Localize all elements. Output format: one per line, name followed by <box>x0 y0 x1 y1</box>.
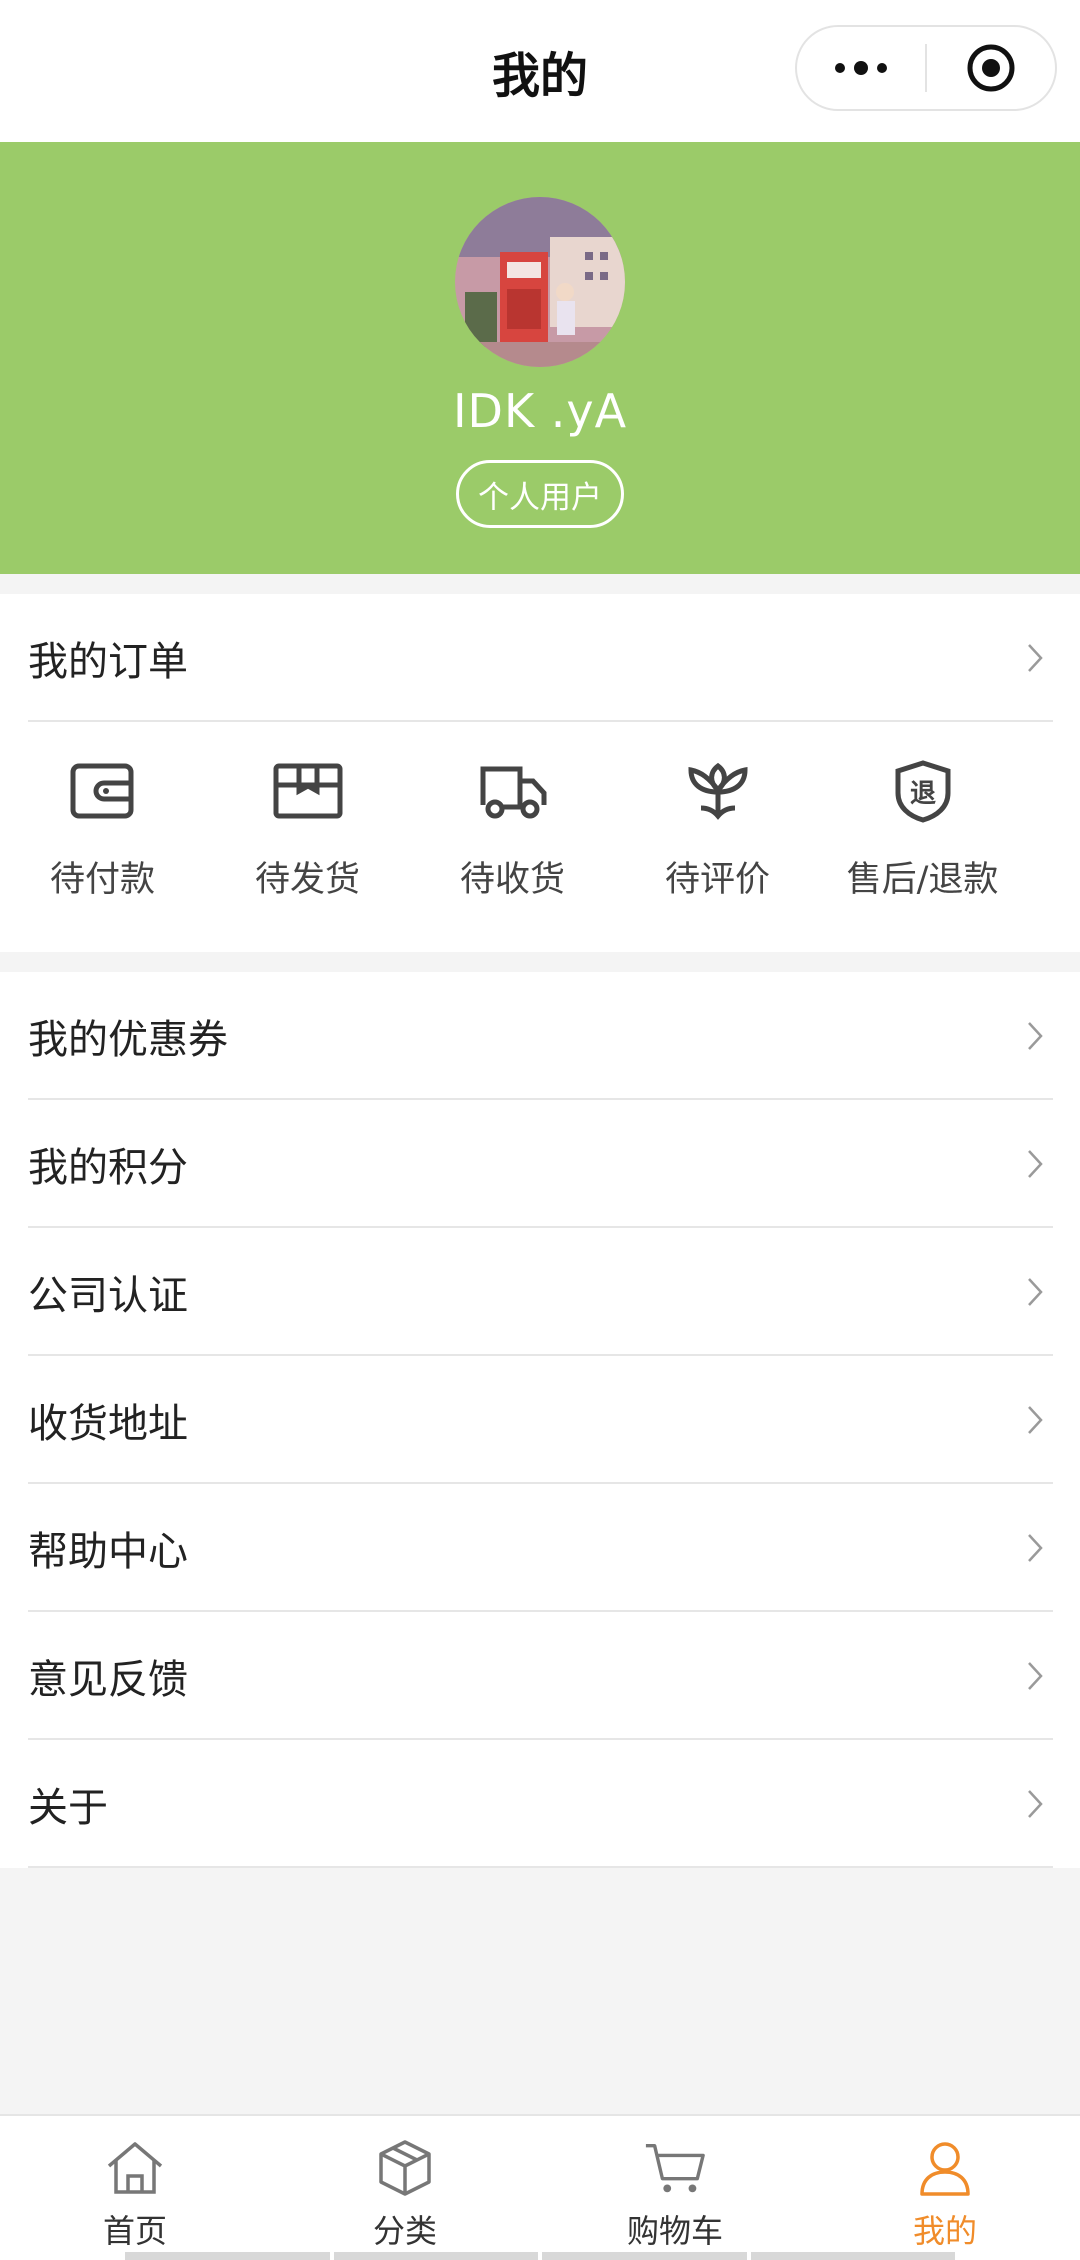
close-miniprogram-button[interactable] <box>927 27 1055 109</box>
menu-item-label: 公司认证 <box>28 1273 188 1319</box>
status-label: 售后/退款 <box>846 860 999 900</box>
menu-item-label: 帮助中心 <box>28 1529 188 1575</box>
profile-page: 我的 IDK .yA 个人用户 我的订单 待付款 待发货 待收货 待评价 退 售… <box>0 0 1080 2260</box>
row-divider <box>28 720 1053 722</box>
tab-label: 购物车 <box>626 2212 723 2250</box>
tab-label: 首页 <box>102 2212 167 2250</box>
truck-icon <box>480 766 546 819</box>
status-after-sales[interactable]: 退 售后/退款 <box>820 724 1025 952</box>
status-label: 待收货 <box>459 860 565 900</box>
tab-cart[interactable]: 购物车 <box>540 2116 810 2260</box>
cart-icon <box>645 2144 705 2193</box>
refund-glyph: 退 <box>909 779 935 809</box>
menu-item-company-verification[interactable]: 公司认证 <box>0 1228 1080 1356</box>
order-status-bar: 待付款 待发货 待收货 待评价 退 售后/退款 <box>0 724 1080 952</box>
chevron-right-icon <box>1028 644 1043 672</box>
menu-item-label: 我的优惠券 <box>28 1017 228 1063</box>
tab-label: 分类 <box>372 2212 437 2250</box>
refund-shield-icon: 退 <box>895 760 950 823</box>
user-type-badge: 个人用户 <box>456 460 624 528</box>
chevron-right-icon <box>1028 1534 1043 1562</box>
tab-home[interactable]: 首页 <box>0 2116 270 2260</box>
menu-item-coupons[interactable]: 我的优惠券 <box>0 972 1080 1100</box>
chevron-right-icon <box>1028 1150 1043 1178</box>
chevron-right-icon <box>1028 1022 1043 1050</box>
status-pending-receipt[interactable]: 待收货 <box>410 724 615 952</box>
menu-item-label: 关于 <box>28 1785 108 1831</box>
more-button[interactable] <box>797 27 925 109</box>
miniprogram-capsule <box>795 25 1057 111</box>
status-label: 待发货 <box>254 860 360 900</box>
menu-item-points[interactable]: 我的积分 <box>0 1100 1080 1228</box>
home-icon <box>107 2142 163 2194</box>
status-pending-payment[interactable]: 待付款 <box>0 724 205 952</box>
menu-item-about[interactable]: 关于 <box>0 1740 1080 1868</box>
status-pending-shipment[interactable]: 待发货 <box>205 724 410 952</box>
status-label: 待评价 <box>664 860 770 900</box>
menu-item-label: 意见反馈 <box>28 1657 188 1703</box>
avatar-image <box>455 197 625 367</box>
nav-bar: 我的 <box>0 0 1080 142</box>
profile-header: IDK .yA 个人用户 <box>0 142 1080 574</box>
status-label: 待付款 <box>49 860 155 900</box>
chevron-right-icon <box>1028 1406 1043 1434</box>
flower-icon <box>687 762 748 820</box>
menu-item-shipping-address[interactable]: 收货地址 <box>0 1356 1080 1484</box>
my-orders-row[interactable]: 我的订单 <box>0 594 1080 722</box>
row-divider <box>28 1866 1053 1868</box>
tab-mine[interactable]: 我的 <box>810 2116 1080 2260</box>
more-dots-icon <box>835 61 887 75</box>
cube-icon <box>379 2140 431 2196</box>
home-indicator <box>125 2252 955 2260</box>
menu-item-label: 我的积分 <box>28 1145 188 1191</box>
menu-item-help-center[interactable]: 帮助中心 <box>0 1484 1080 1612</box>
wallet-icon <box>70 763 133 819</box>
chevron-right-icon <box>1028 1278 1043 1306</box>
box-icon <box>273 763 342 819</box>
chevron-right-icon <box>1028 1662 1043 1690</box>
chevron-right-icon <box>1028 1790 1043 1818</box>
my-orders-label: 我的订单 <box>28 639 188 685</box>
target-icon <box>967 44 1015 92</box>
tab-category[interactable]: 分类 <box>270 2116 540 2260</box>
menu-list: 我的优惠券 我的积分 公司认证 收货地址 帮助中心 意见反馈 关于 <box>0 972 1080 1868</box>
bottom-tab-bar: 首页 分类 购物车 我的 <box>0 2114 1080 2260</box>
menu-item-label: 收货地址 <box>28 1401 188 1447</box>
menu-item-feedback[interactable]: 意见反馈 <box>0 1612 1080 1740</box>
tab-label: 我的 <box>912 2212 977 2250</box>
user-icon <box>920 2142 970 2196</box>
avatar[interactable] <box>455 197 625 367</box>
orders-section: 我的订单 待付款 待发货 待收货 待评价 退 售后/退款 <box>0 594 1080 952</box>
username: IDK .yA <box>452 384 628 438</box>
status-pending-review[interactable]: 待评价 <box>615 724 820 952</box>
